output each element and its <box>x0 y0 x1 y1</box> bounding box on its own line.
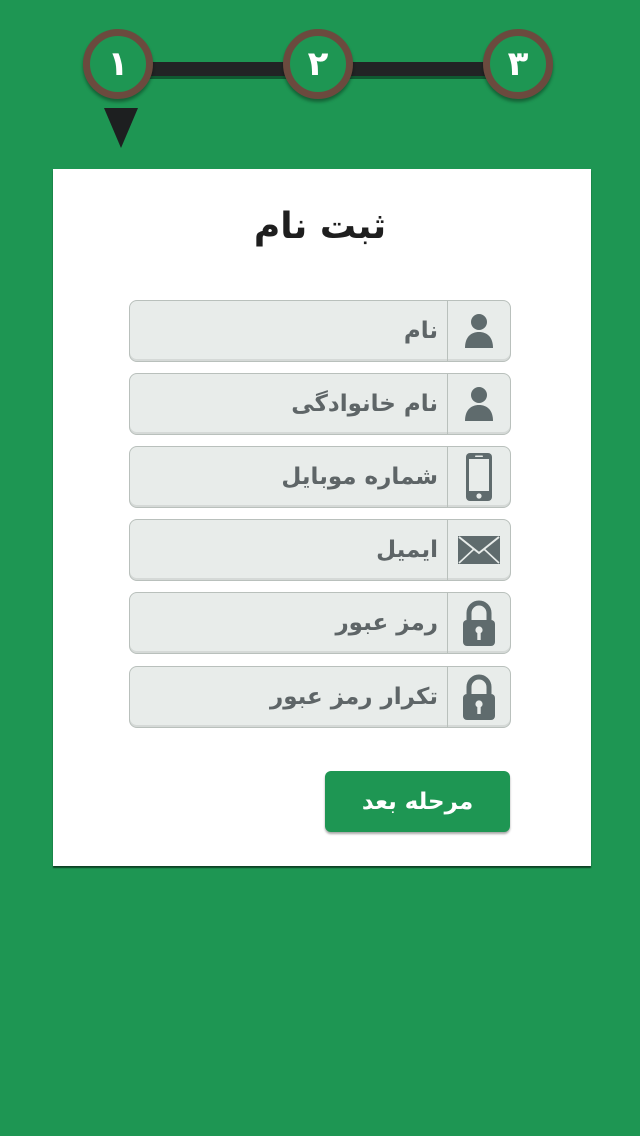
confirm-password-placeholder: تکرار رمز عبور <box>269 684 438 710</box>
step-2-label: ۲ <box>307 44 329 84</box>
user-icon <box>447 301 510 361</box>
first-name-placeholder: نام <box>403 318 438 344</box>
email-placeholder: ایمیل <box>376 537 438 563</box>
registration-stepper: ۱ ۲ ۳ <box>0 0 640 160</box>
step-1[interactable]: ۱ <box>83 29 153 99</box>
last-name-placeholder: نام خانوادگی <box>291 391 438 417</box>
mobile-phone-icon <box>447 447 510 507</box>
step-connector-2-3 <box>346 62 492 79</box>
lock-icon <box>447 593 510 653</box>
step-3[interactable]: ۳ <box>483 29 553 99</box>
step-connector-1-2 <box>146 62 292 79</box>
lock-icon <box>447 667 510 727</box>
step-2[interactable]: ۲ <box>283 29 353 99</box>
registration-card <box>53 169 591 866</box>
next-step-button[interactable]: مرحله بعد <box>325 771 510 832</box>
page-title: ثبت نام <box>253 206 387 247</box>
confirm-password-field[interactable]: تکرار رمز عبور <box>129 666 511 728</box>
last-name-field[interactable]: نام خانوادگی <box>129 373 511 435</box>
mobile-number-field[interactable]: شماره موبایل <box>129 446 511 508</box>
password-field[interactable]: رمز عبور <box>129 592 511 654</box>
password-placeholder: رمز عبور <box>335 610 438 636</box>
envelope-icon <box>447 520 510 580</box>
active-step-pointer-icon <box>104 108 138 148</box>
mobile-number-placeholder: شماره موبایل <box>281 464 438 490</box>
user-icon <box>447 374 510 434</box>
email-field[interactable]: ایمیل <box>129 519 511 581</box>
step-1-label: ۱ <box>107 44 129 84</box>
step-3-label: ۳ <box>507 44 529 84</box>
first-name-field[interactable]: نام <box>129 300 511 362</box>
